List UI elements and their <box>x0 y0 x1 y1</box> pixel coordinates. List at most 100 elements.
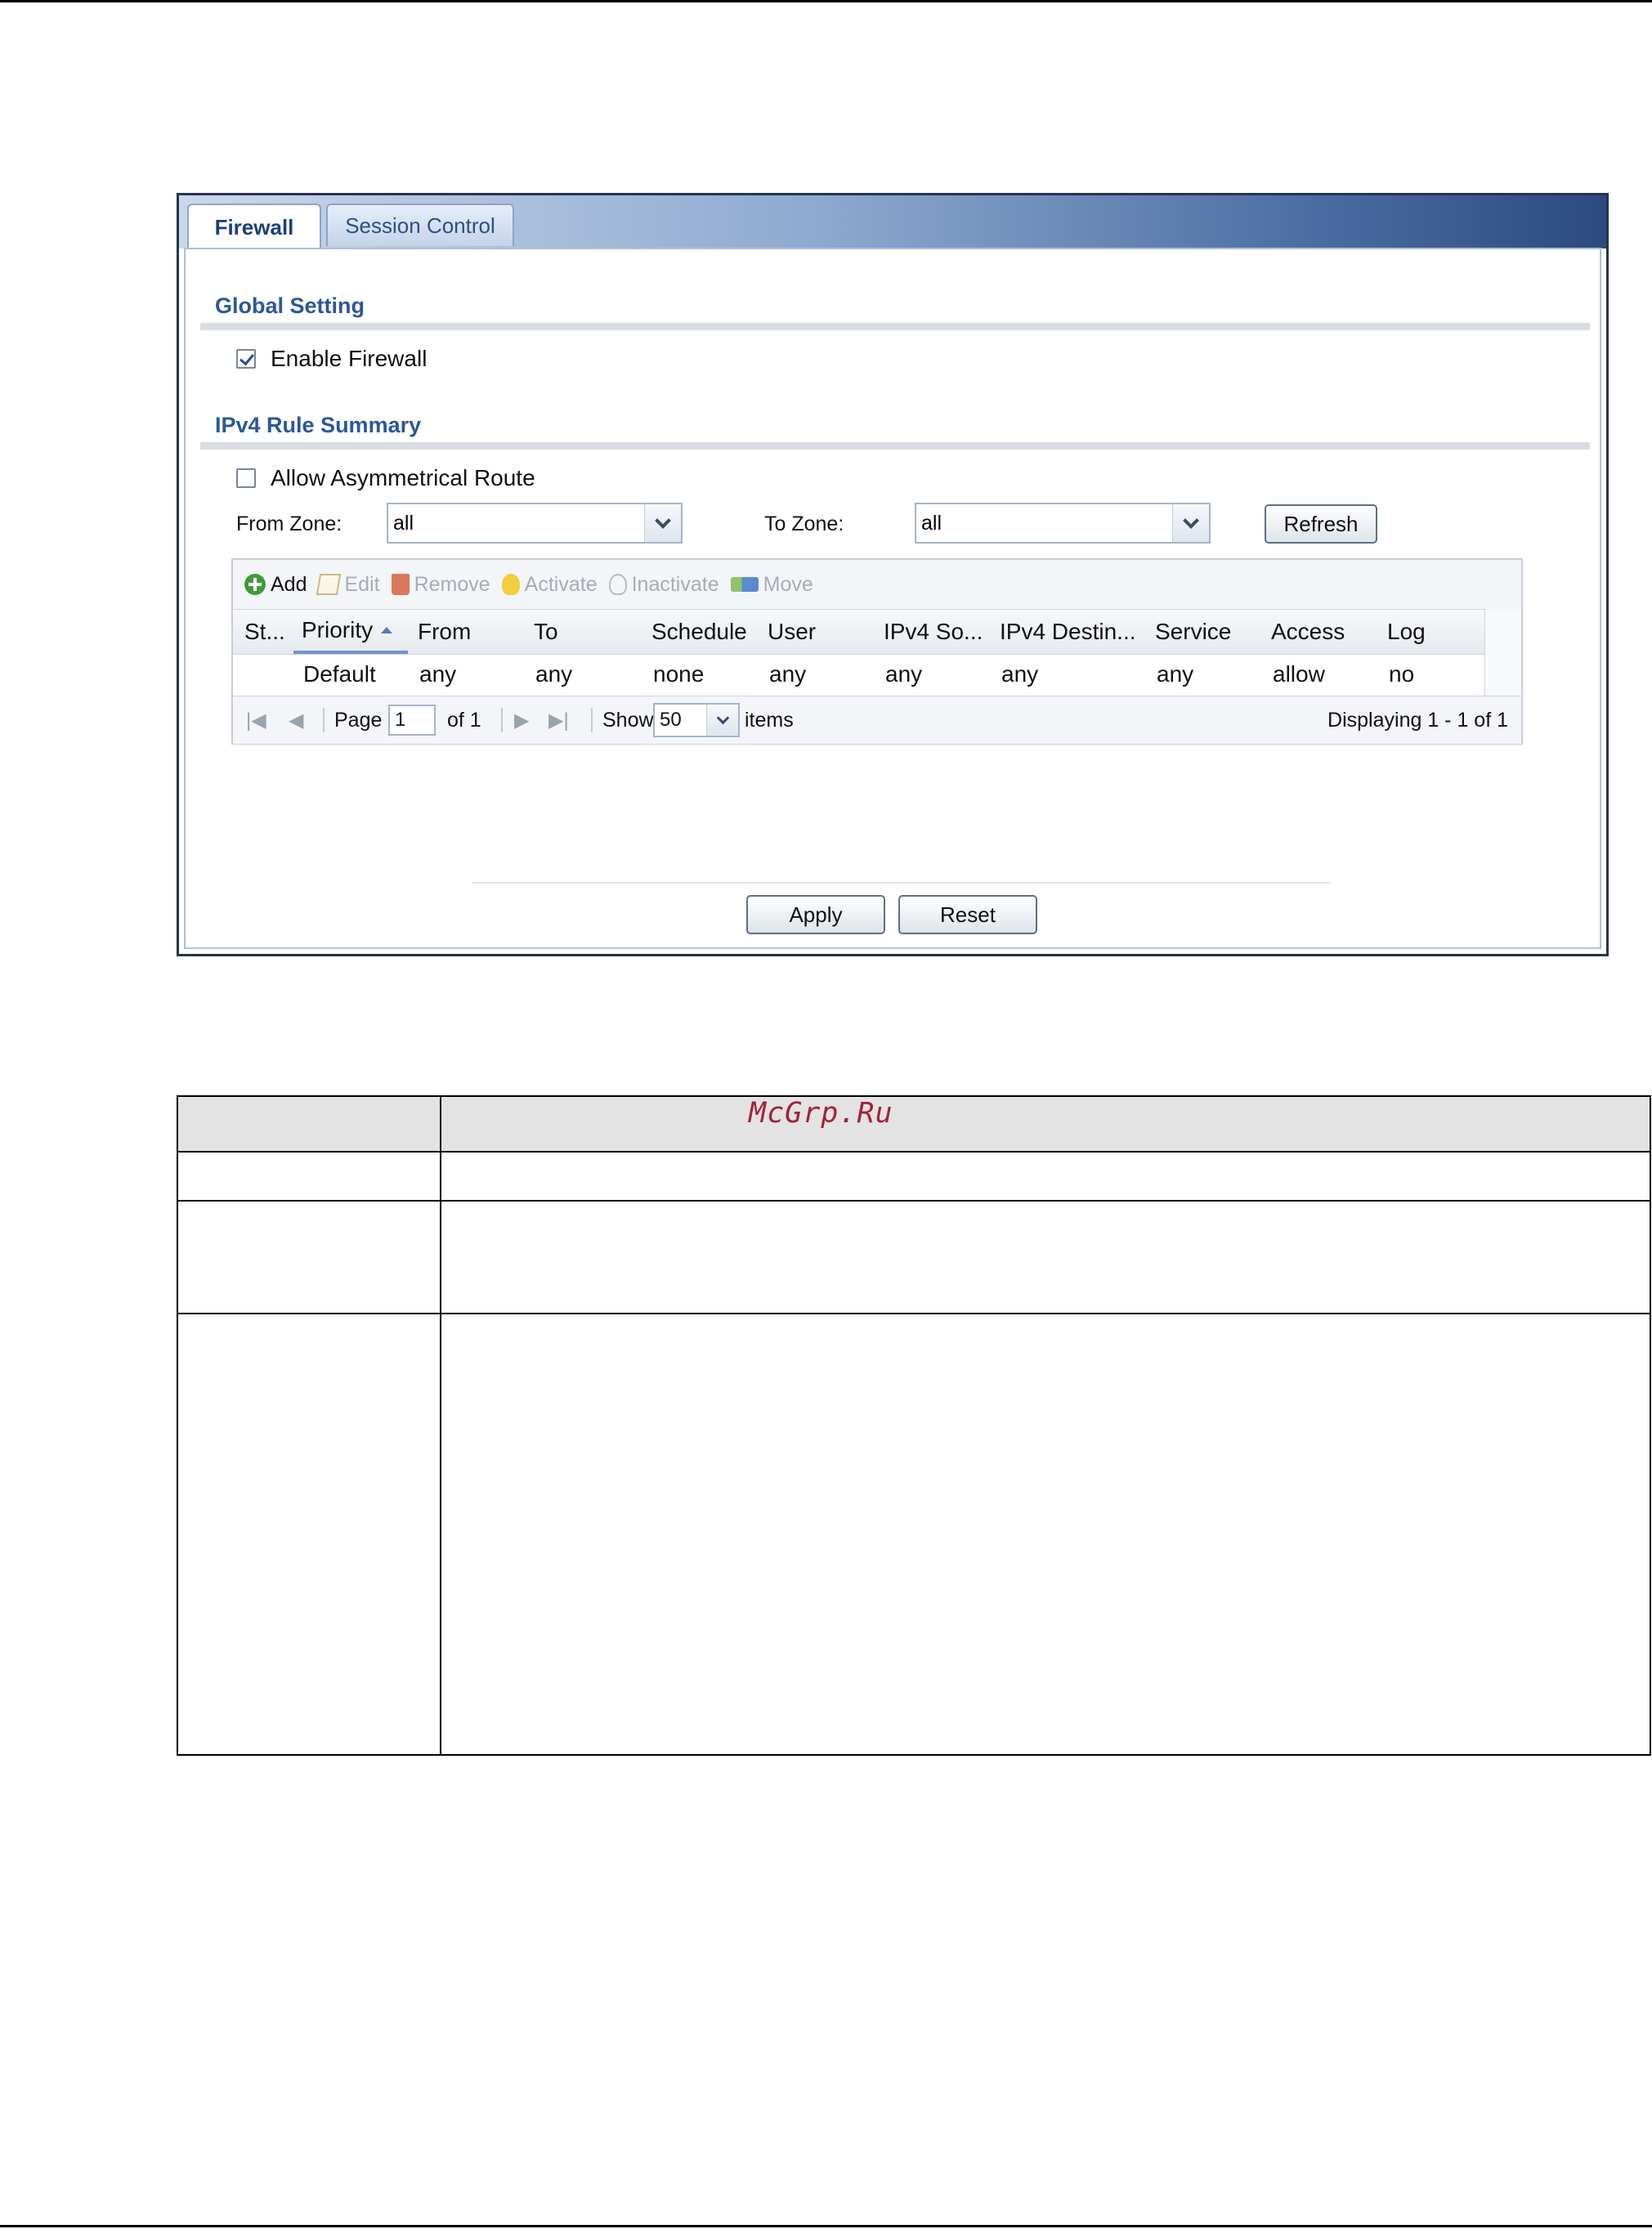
col-to-label: To <box>534 619 558 644</box>
section-divider <box>200 323 1590 330</box>
table-cell <box>177 1200 441 1314</box>
from-zone-value: all <box>393 511 414 535</box>
col-schedule[interactable]: Schedule <box>651 610 766 654</box>
cell-user: any <box>769 661 807 687</box>
sort-ascending-icon <box>381 627 393 633</box>
page-input-value: 1 <box>395 709 406 731</box>
lightbulb-on-icon <box>501 574 520 595</box>
to-zone-value: all <box>921 511 942 535</box>
footer-divider <box>472 882 1330 884</box>
pager-divider <box>591 708 593 732</box>
cell-from: any <box>419 661 457 687</box>
ipv4-summary-title: IPv4 Rule Summary <box>215 413 422 437</box>
rule-grid: Add Edit Remove Activate Inactivate Move… <box>231 558 1523 745</box>
table-header: St... Priority From To Schedule User IPv… <box>233 609 1521 655</box>
cell-ipv4-destination: any <box>1001 661 1039 687</box>
chevron-down-icon[interactable] <box>706 705 738 736</box>
col-access[interactable]: Access <box>1271 610 1386 654</box>
prev-page-icon[interactable]: ◀ <box>289 696 303 744</box>
col-access-label: Access <box>1271 619 1345 644</box>
col-ipv4-destination[interactable]: IPv4 Destin... <box>1000 610 1147 654</box>
tab-session-control[interactable]: Session Control <box>326 204 514 246</box>
page-label: Page <box>334 708 383 732</box>
table-row <box>177 1151 1651 1202</box>
cell-to: any <box>535 661 573 687</box>
table-header-row <box>177 1095 1651 1153</box>
pager: |◀ ◀ Page 1 of 1 ▶ ▶| Show 50 items Disp… <box>233 696 1521 744</box>
col-to[interactable]: To <box>534 610 648 654</box>
table-row <box>177 1200 1651 1314</box>
col-from[interactable]: From <box>418 610 532 654</box>
col-user-label: User <box>768 619 817 644</box>
show-label: Show <box>602 708 654 732</box>
table-cell <box>440 1313 1651 1756</box>
enable-firewall-row: Enable Firewall <box>236 346 427 372</box>
firewall-panel: Global Setting Enable Firewall IPv4 Rule… <box>184 248 1601 949</box>
cell-schedule: none <box>653 661 705 687</box>
col-schedule-label: Schedule <box>651 619 747 644</box>
asymmetrical-route-checkbox[interactable] <box>236 468 256 488</box>
items-label: items <box>745 708 794 732</box>
edit-button[interactable]: Edit <box>316 572 380 597</box>
col-log[interactable]: Log <box>1387 610 1485 654</box>
from-zone-label: From Zone: <box>236 512 342 535</box>
page-size-select[interactable]: 50 <box>653 703 740 737</box>
col-from-label: From <box>418 619 472 644</box>
edit-label: Edit <box>344 572 380 596</box>
asymmetrical-route-label: Allow Asymmetrical Route <box>271 465 535 490</box>
to-zone-select[interactable]: all <box>915 503 1211 544</box>
col-ipv4-source[interactable]: IPv4 So... <box>884 610 998 654</box>
apply-button[interactable]: Apply <box>746 895 885 934</box>
col-status-label: St... <box>244 619 285 644</box>
add-button[interactable]: Add <box>244 573 307 597</box>
grid-toolbar: Add Edit Remove Activate Inactivate Move <box>233 560 1521 609</box>
pager-divider <box>323 708 325 732</box>
enable-firewall-checkbox[interactable] <box>236 349 256 369</box>
refresh-button[interactable]: Refresh <box>1265 504 1377 544</box>
global-setting-title: Global Setting <box>215 293 365 318</box>
header-cell-description <box>440 1095 1651 1153</box>
col-status[interactable]: St... <box>244 610 293 654</box>
page-top-rule <box>0 0 1652 2</box>
first-page-icon[interactable]: |◀ <box>246 696 266 744</box>
page-bottom-rule <box>0 2225 1652 2227</box>
table-cell <box>177 1151 441 1202</box>
from-zone-select[interactable]: all <box>387 503 683 544</box>
grid-scrollbar[interactable] <box>1484 609 1521 696</box>
header-cell-label <box>177 1095 441 1153</box>
page-size-value: 50 <box>660 709 682 731</box>
page-input[interactable]: 1 <box>388 705 436 736</box>
table-cell <box>440 1200 1651 1314</box>
col-user[interactable]: User <box>768 610 882 654</box>
chevron-down-icon[interactable] <box>1172 504 1209 542</box>
activate-button[interactable]: Activate <box>501 572 598 597</box>
add-label: Add <box>271 572 307 596</box>
table-row[interactable]: Default any any none any any any any all… <box>233 653 1521 696</box>
tab-firewall[interactable]: Firewall <box>187 204 321 249</box>
cell-access: allow <box>1273 661 1325 687</box>
inactivate-label: Inactivate <box>631 572 719 596</box>
cell-service: any <box>1157 661 1194 687</box>
edit-icon <box>316 574 342 595</box>
activate-label: Activate <box>524 572 598 596</box>
move-label: Move <box>763 572 813 596</box>
add-icon <box>244 574 266 595</box>
last-page-icon[interactable]: ▶| <box>548 696 569 744</box>
move-button[interactable]: Move <box>730 572 813 597</box>
pager-divider <box>501 708 503 732</box>
remove-button[interactable]: Remove <box>391 573 490 597</box>
description-table <box>177 1095 1651 1756</box>
watermark-text: McGrp.Ru <box>749 1097 893 1130</box>
lightbulb-off-icon <box>608 574 627 595</box>
reset-button[interactable]: Reset <box>898 895 1037 934</box>
col-priority[interactable]: Priority <box>293 610 408 654</box>
col-service-label: Service <box>1155 619 1232 644</box>
chevron-down-icon[interactable] <box>644 504 681 542</box>
inactivate-button[interactable]: Inactivate <box>608 572 719 597</box>
col-service[interactable]: Service <box>1155 610 1269 654</box>
section-divider <box>200 442 1590 450</box>
next-page-icon[interactable]: ▶ <box>514 696 529 744</box>
col-ipv4-destination-label: IPv4 Destin... <box>1000 619 1136 644</box>
col-log-label: Log <box>1387 619 1426 644</box>
move-icon <box>730 577 759 592</box>
